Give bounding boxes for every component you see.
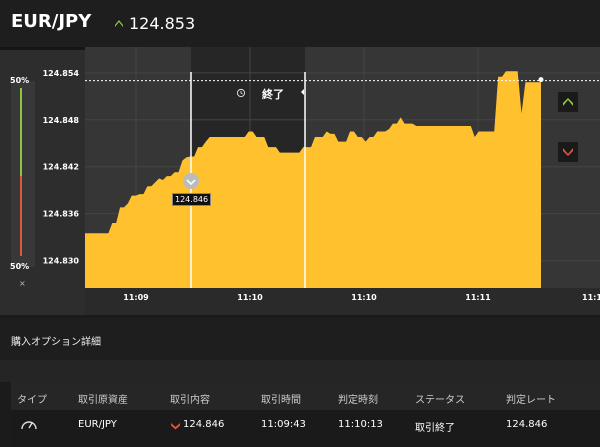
cell-status: 取引終了 — [415, 423, 455, 434]
speedometer-icon — [21, 421, 37, 430]
up-arrow-icon — [563, 98, 573, 106]
x-tick-label: 11:1 — [582, 293, 600, 302]
x-tick-label: 11:09 — [123, 293, 149, 302]
y-tick-label: 124.854 — [43, 69, 80, 78]
cell-trade-time: 11:09:43 — [261, 419, 306, 430]
cell-judge-time: 11:10:13 — [338, 419, 383, 430]
y-tick-label: 124.842 — [43, 163, 79, 172]
header-asset: 取引原資産 — [78, 395, 128, 406]
price-chart: 124.854 124.848 124.842 124.836 124.830 11:09… — [43, 47, 600, 315]
x-tick-label: 11:10 — [351, 293, 377, 302]
table-row[interactable]: EUR/JPY 124.846 11:09:43 11:10:13 取引終了 1… — [11, 410, 600, 447]
down-arrow-icon — [563, 148, 573, 156]
current-point-marker — [538, 77, 544, 83]
section-header: 購入オプション詳細 — [0, 318, 600, 360]
low-button[interactable] — [558, 142, 578, 162]
header-status: ステータス — [415, 395, 465, 406]
chart-panel: 50% 50% × 124.854 124.848 124.842 124.836 12… — [0, 47, 600, 315]
header-content: 取引内容 — [170, 395, 210, 406]
section-title: 購入オプション詳細 — [11, 337, 101, 348]
y-tick-label: 124.836 — [43, 210, 80, 219]
header-trade-time: 取引時間 — [261, 395, 301, 406]
low-direction-icon — [171, 423, 180, 430]
rate-up-icon — [115, 20, 123, 27]
section-spacer — [0, 360, 600, 382]
header: EUR/JPY 124.853 — [0, 0, 600, 47]
history-clock-icon — [236, 88, 246, 98]
cell-judge-rate: 124.846 — [506, 419, 548, 430]
currency-pair-title: EUR/JPY — [11, 11, 92, 32]
cell-asset: EUR/JPY — [78, 419, 117, 430]
entry-rate-tag: 124.846 — [172, 193, 212, 206]
y-tick-label: 124.848 — [43, 116, 80, 125]
x-tick-label: 11:10 — [237, 293, 263, 302]
cell-content-rate: 124.846 — [183, 419, 225, 430]
current-rate: 124.853 — [129, 14, 196, 33]
x-axis-band — [85, 288, 600, 315]
header-judge-time: 判定時刻 — [338, 395, 378, 406]
x-tick-label: 11:11 — [465, 293, 491, 302]
entry-pin — [183, 173, 199, 189]
table-header: タイプ 取引原資産 取引内容 取引時間 判定時刻 ステータス 判定レート — [11, 382, 600, 410]
header-type: タイプ — [17, 395, 47, 406]
expiry-end-label: 終了 — [262, 88, 284, 101]
y-tick-label: 124.830 — [43, 257, 80, 266]
options-table: タイプ 取引原資産 取引内容 取引時間 判定時刻 ステータス 判定レート EUR… — [11, 382, 600, 447]
high-button[interactable] — [558, 92, 578, 112]
header-judge-rate: 判定レート — [506, 395, 556, 406]
